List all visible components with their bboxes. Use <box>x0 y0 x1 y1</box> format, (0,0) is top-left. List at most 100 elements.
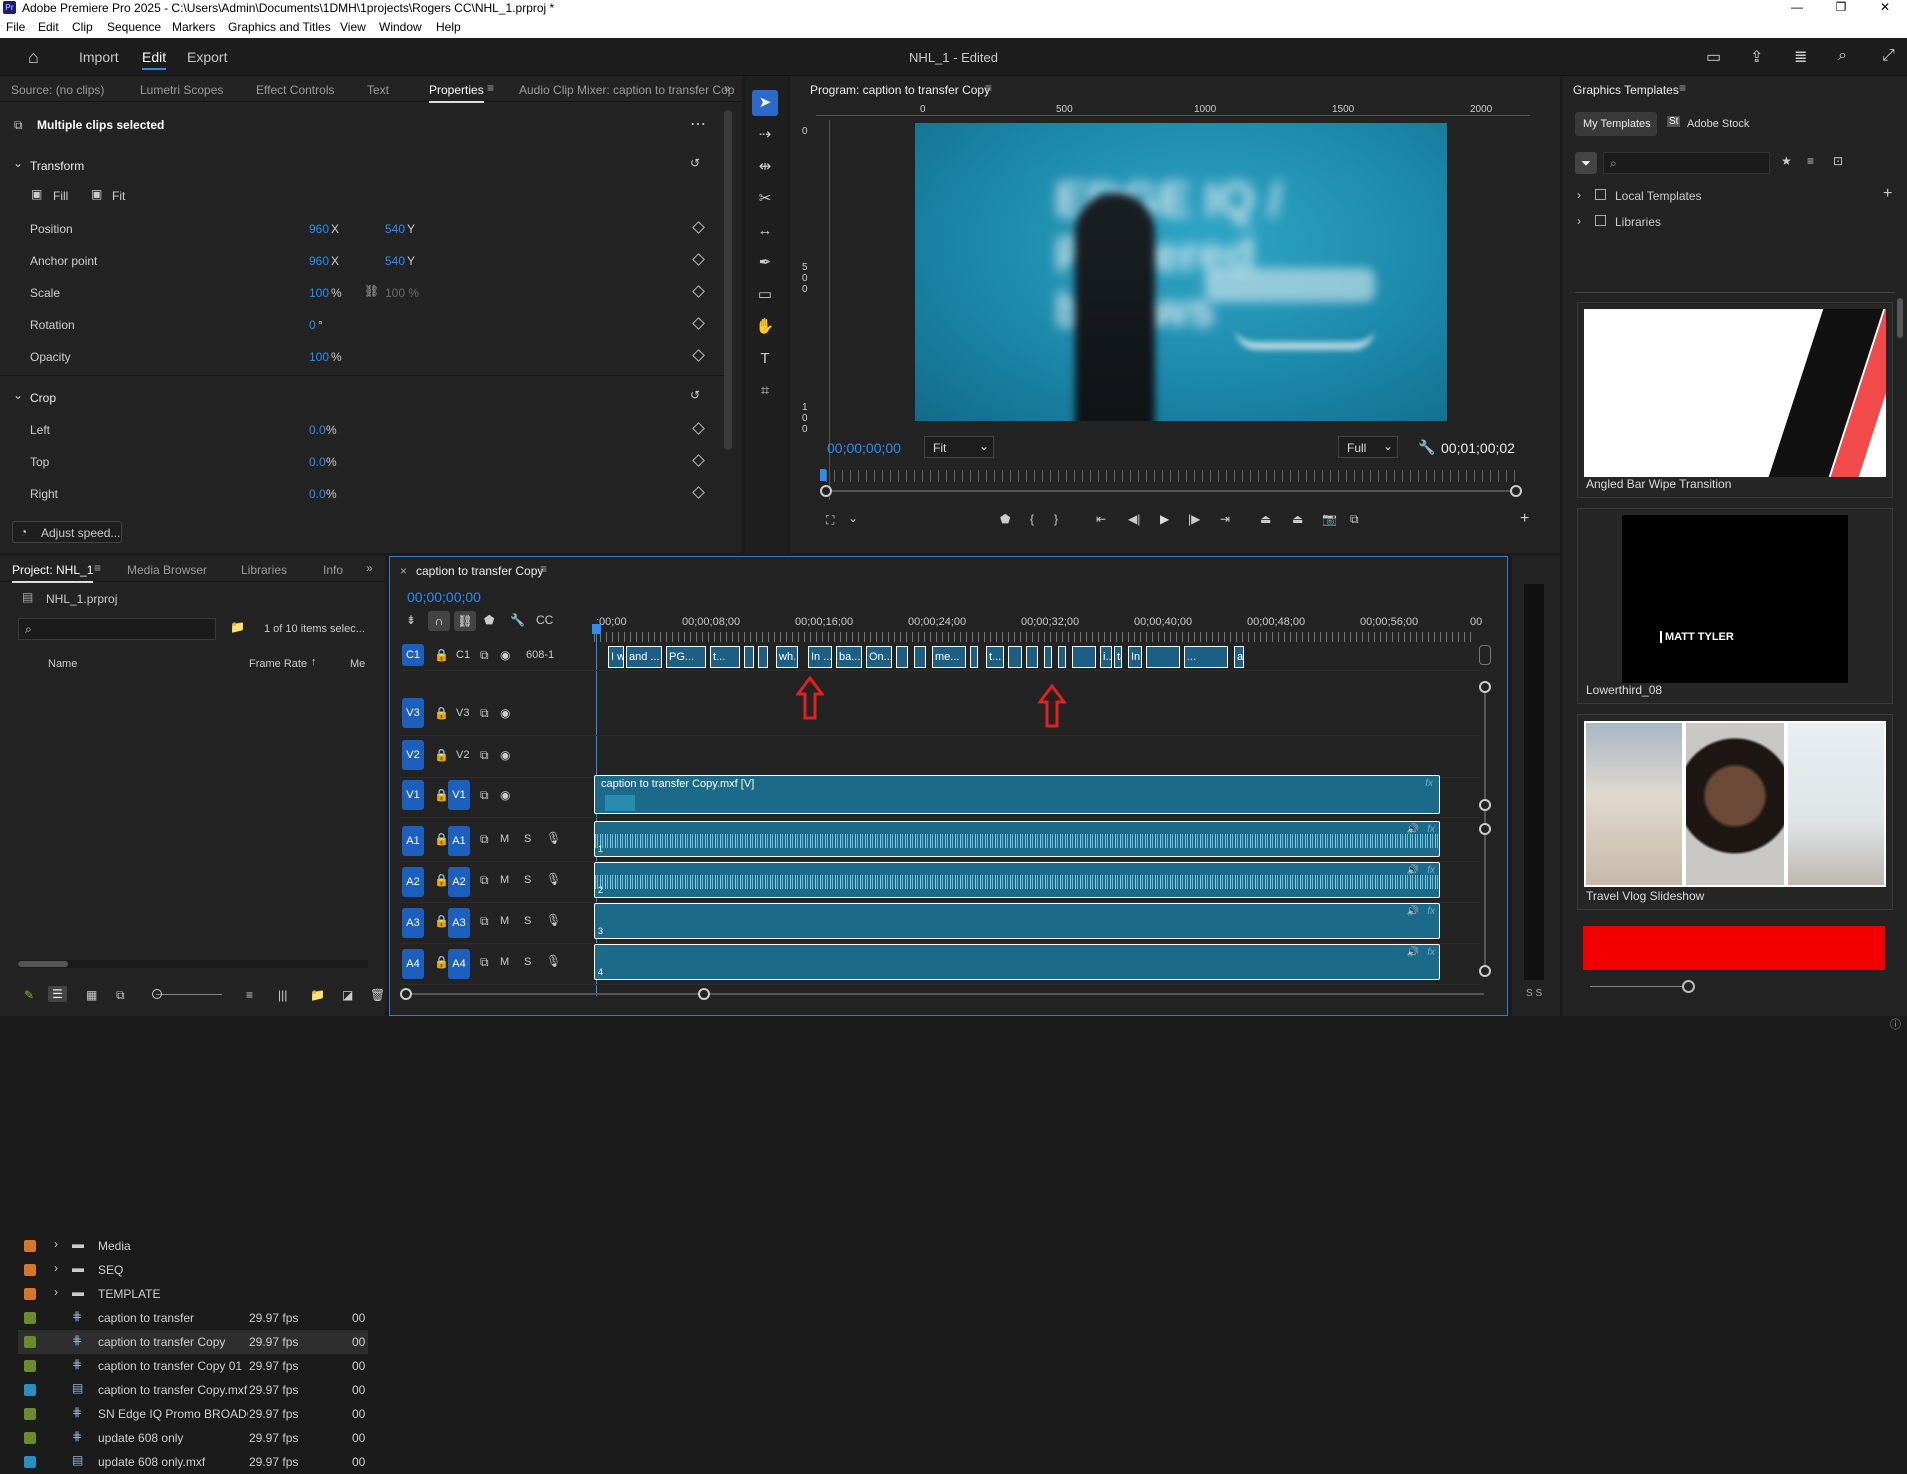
add-marker-icon[interactable]: ⬟ <box>1000 512 1010 526</box>
sequence-tab-title[interactable]: caption to transfer Copy <box>416 564 543 578</box>
add-template-icon[interactable]: + <box>1883 185 1892 203</box>
template-card[interactable] <box>1577 920 1893 970</box>
safe-margins-icon[interactable]: ⛶ <box>826 513 834 528</box>
icon-view-icon[interactable]: ▦ <box>86 988 97 1002</box>
fit-label[interactable]: Fit <box>112 189 125 203</box>
caption-source-toggle[interactable]: C1 <box>402 644 424 666</box>
track-target-toggle[interactable]: A1 <box>448 826 470 856</box>
eye-icon[interactable]: ◉ <box>500 706 510 720</box>
step-forward-icon[interactable]: |▶ <box>1188 512 1200 526</box>
chevron-down-icon[interactable]: ⌄ <box>13 388 23 402</box>
audio-clip[interactable]: 3 🔊 fx <box>594 903 1440 939</box>
crop-left-value[interactable]: 0.0 <box>309 423 326 437</box>
lock-icon[interactable]: 🔒 <box>434 832 449 846</box>
close-tab-icon[interactable]: × <box>400 564 407 578</box>
solo-button[interactable]: S <box>524 915 531 927</box>
template-card[interactable]: Angled Bar Wipe Transition <box>1577 302 1893 498</box>
menu-view[interactable]: View <box>340 20 366 34</box>
caption-clip[interactable]: and sc... <box>1234 646 1244 668</box>
timeline-hscroll-left[interactable] <box>400 988 412 1000</box>
more-tabs-icon[interactable]: » <box>366 561 373 575</box>
tab-source[interactable]: Source: (no clips) <box>11 83 104 97</box>
chevron-down-icon[interactable]: ⌄ <box>848 511 858 525</box>
tab-my-templates[interactable]: My Templates <box>1575 112 1657 136</box>
caption-clip[interactable]: In ... <box>808 646 832 668</box>
rotation-keyframe-icon[interactable] <box>692 317 705 330</box>
track-select-tool-icon[interactable]: ⇢ <box>752 122 778 148</box>
sync-lock-icon[interactable]: ⧉ <box>480 648 489 663</box>
chevron-right-icon[interactable]: › <box>54 1261 58 1275</box>
thumbnail-size-handle[interactable] <box>1682 980 1695 993</box>
chevron-right-icon[interactable]: › <box>54 1285 58 1299</box>
freeform-view-icon[interactable]: ⧉ <box>116 988 125 1003</box>
audio-clip[interactable]: 4 🔊 fx <box>594 944 1440 980</box>
adjust-speed-button[interactable]: ◔ Adjust speed... <box>12 521 122 543</box>
track-target-toggle[interactable]: A3 <box>448 908 470 938</box>
panel-menu-icon[interactable]: ≡ <box>540 562 547 576</box>
program-playhead[interactable] <box>820 469 826 481</box>
go-to-out-icon[interactable]: ⇥ <box>1220 512 1230 526</box>
tab-project[interactable]: Project: NHL_1 <box>12 563 94 583</box>
caption-clip[interactable]: In the... <box>1128 646 1142 668</box>
close-button[interactable]: ✕ <box>1863 0 1907 16</box>
sync-lock-icon[interactable]: ⧉ <box>480 955 489 970</box>
track-target-toggle[interactable]: A4 <box>448 949 470 979</box>
zoom-scrollbar[interactable] <box>826 490 1516 492</box>
step-back-icon[interactable]: ◀| <box>1128 512 1140 526</box>
solo-button[interactable]: S <box>524 874 531 886</box>
lock-icon[interactable]: 🔒 <box>434 706 449 720</box>
menu-help[interactable]: Help <box>436 20 461 34</box>
fill-label[interactable]: Fill <box>53 189 68 203</box>
search-icon[interactable]: ⌕ <box>1838 47 1847 65</box>
microphone-icon[interactable]: 🎙 <box>546 872 561 886</box>
mute-button[interactable]: M <box>500 874 509 886</box>
tab-media-browser[interactable]: Media Browser <box>127 563 207 577</box>
chevron-right-icon[interactable]: › <box>1577 214 1581 228</box>
crop-top-value[interactable]: 0.0 <box>309 455 326 469</box>
project-hscroll-thumb[interactable] <box>18 961 68 967</box>
caption-clip[interactable]: ... <box>1184 646 1228 668</box>
caption-clip[interactable] <box>1058 646 1066 668</box>
crop-top-keyframe-icon[interactable] <box>692 454 705 467</box>
anchor-x-value[interactable]: 960 <box>309 254 329 268</box>
position-y-value[interactable]: 540 <box>385 222 405 236</box>
chevron-down-icon[interactable]: ⌄ <box>13 156 23 170</box>
minimize-button[interactable]: — <box>1775 0 1819 16</box>
scale-value[interactable]: 100 <box>309 286 329 300</box>
info-icon[interactable]: ⓘ <box>1890 1016 1901 1032</box>
rectangle-tool-icon[interactable]: ▭ <box>752 282 778 308</box>
local-templates-label[interactable]: Local Templates <box>1615 189 1702 203</box>
insert-overwrite-icon[interactable]: ⇟ <box>406 613 416 627</box>
project-item[interactable]: ⋕ update 608 only 29.97 fps 00 <box>18 1426 368 1450</box>
mark-out-icon[interactable]: } <box>1054 512 1058 526</box>
zoom-handle-left[interactable] <box>820 485 832 497</box>
sync-lock-icon[interactable]: ⧉ <box>480 788 489 803</box>
new-bin-icon[interactable]: 📁 <box>230 620 245 634</box>
link-icon[interactable]: ⛓ <box>364 284 379 298</box>
track-source-toggle[interactable]: V2 <box>402 740 424 770</box>
project-hscroll-track[interactable] <box>18 960 368 968</box>
caption-clip[interactable]: On... <box>866 646 892 668</box>
rotation-value[interactable]: 0 <box>309 318 316 332</box>
caption-clip[interactable]: PG... <box>666 646 706 668</box>
video-frame[interactable]: EDGE IQ / Powered by aws <box>915 123 1447 421</box>
caption-clip[interactable]: and ... <box>626 646 662 668</box>
caption-tool-icon[interactable]: ⌗ <box>752 378 778 404</box>
caption-clip[interactable] <box>970 646 978 668</box>
menu-edit[interactable]: Edit <box>38 20 59 34</box>
fill-icon[interactable]: ▣ <box>31 187 42 201</box>
tab-adobe-stock[interactable]: Adobe Stock <box>1687 118 1749 130</box>
automate-icon[interactable]: ||| <box>278 988 287 1002</box>
opacity-value[interactable]: 100 <box>309 350 329 364</box>
video-clip[interactable]: caption to transfer Copy.mxf [V] fx <box>594 775 1440 814</box>
caption-clip[interactable] <box>1008 646 1022 668</box>
zoom-slider-handle[interactable] <box>152 989 162 999</box>
tab-libraries[interactable]: Libraries <box>241 563 287 577</box>
mute-button[interactable]: M <box>500 915 509 927</box>
trash-icon[interactable]: 🗑 <box>370 988 385 1002</box>
audio-clip[interactable]: 1 🔊 fx <box>594 821 1440 857</box>
label-color-swatch[interactable] <box>24 1288 36 1300</box>
sync-lock-icon[interactable]: ⧉ <box>480 748 489 763</box>
track-source-toggle[interactable]: A1 <box>402 826 424 856</box>
caption-clip[interactable] <box>744 646 754 668</box>
